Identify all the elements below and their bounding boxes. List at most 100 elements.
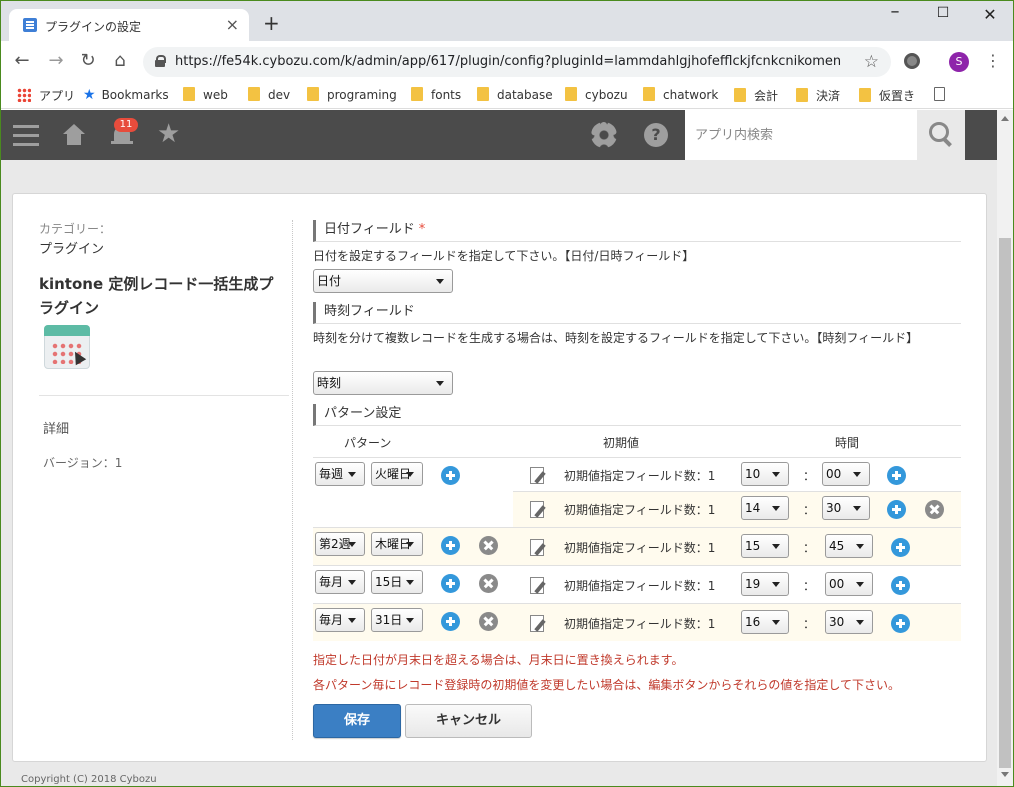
- tab-close-icon[interactable]: ×: [226, 15, 239, 34]
- close-window-icon[interactable]: ✕: [970, 5, 1010, 24]
- folder-icon: [734, 88, 746, 102]
- add-pattern-icon[interactable]: [441, 536, 460, 555]
- url-omnibox[interactable]: https://fe54k.cybozu.com/k/admin/app/617…: [143, 47, 891, 77]
- minute-select[interactable]: 30: [822, 496, 870, 520]
- folder-icon: [183, 87, 195, 101]
- remove-pattern-icon[interactable]: [479, 536, 498, 555]
- scrollbar-thumb[interactable]: [999, 238, 1011, 768]
- dropdown-caret-icon: [348, 618, 356, 623]
- pattern-type-select[interactable]: 毎週: [315, 462, 365, 486]
- add-time-icon[interactable]: [891, 538, 910, 557]
- app-search-input[interactable]: [685, 110, 917, 160]
- folder-icon: [248, 87, 260, 101]
- add-time-icon[interactable]: [891, 576, 910, 595]
- bookmark-folder-temp[interactable]: 仮置き: [859, 87, 915, 104]
- pattern-day-select[interactable]: 15日: [371, 570, 423, 594]
- settings-gear-icon[interactable]: [591, 122, 617, 148]
- kintone-header: 11 ★ ?: [1, 110, 997, 160]
- edit-icon[interactable]: [529, 466, 547, 484]
- pattern-type-select[interactable]: 毎月: [315, 570, 365, 594]
- hour-select[interactable]: 14: [741, 496, 789, 520]
- extension-icon[interactable]: [904, 53, 920, 69]
- help-icon[interactable]: ?: [644, 123, 668, 147]
- remove-pattern-icon[interactable]: [479, 574, 498, 593]
- add-pattern-icon[interactable]: [441, 612, 460, 631]
- edit-icon[interactable]: [529, 614, 547, 632]
- bookmark-page[interactable]: [934, 87, 945, 102]
- back-arrow-icon[interactable]: ←: [11, 51, 33, 71]
- dropdown-caret-icon: [772, 506, 780, 511]
- plugin-settings-panel: カテゴリー： プラグイン kintone 定例レコード一括生成プラグイン 詳細 …: [12, 193, 987, 762]
- home-icon[interactable]: ⌂: [109, 51, 131, 71]
- search-icon: [929, 122, 953, 148]
- bookmark-folder-chatwork[interactable]: chatwork: [643, 87, 718, 102]
- page-scrollbar[interactable]: [997, 110, 1013, 786]
- pattern-day-select[interactable]: 火曜日: [371, 462, 423, 486]
- bookmark-apps[interactable]: アプリ: [17, 87, 75, 104]
- hour-select[interactable]: 10: [741, 462, 789, 486]
- folder-icon: [477, 87, 489, 101]
- table-divider: [313, 603, 961, 604]
- edit-icon[interactable]: [529, 576, 547, 594]
- add-time-icon[interactable]: [887, 500, 906, 519]
- bookmark-folder-web[interactable]: web: [183, 87, 228, 102]
- bookmark-folder-dev[interactable]: dev: [248, 87, 290, 102]
- cancel-button[interactable]: キャンセル: [405, 704, 532, 738]
- date-field-description: 日付を設定するフィールドを指定して下さい。【日付/日時フィールド】: [313, 249, 695, 263]
- init-count-label: 初期値指定フィールド数：1: [564, 503, 716, 517]
- bookmark-folder-database[interactable]: database: [477, 87, 553, 102]
- hour-select[interactable]: 19: [741, 572, 789, 596]
- pattern-type-select[interactable]: 第2週: [315, 532, 365, 556]
- new-tab-icon[interactable]: +: [263, 13, 280, 33]
- hamburger-menu-icon[interactable]: [13, 123, 39, 147]
- hour-select[interactable]: 15: [741, 534, 789, 558]
- edit-icon[interactable]: [529, 500, 547, 518]
- maximize-icon[interactable]: ☐: [923, 5, 963, 21]
- url-text[interactable]: https://fe54k.cybozu.com/k/admin/app/617…: [175, 54, 841, 69]
- bookmark-star-icon[interactable]: ☆: [864, 52, 879, 72]
- forward-arrow-icon[interactable]: →: [45, 51, 67, 71]
- search-button[interactable]: [917, 110, 965, 160]
- lock-icon[interactable]: [155, 55, 166, 67]
- portal-home-icon[interactable]: [63, 124, 85, 146]
- profile-avatar[interactable]: S: [949, 52, 969, 72]
- add-pattern-icon[interactable]: [441, 466, 460, 485]
- favorites-star-icon[interactable]: ★: [157, 119, 180, 149]
- scroll-up-icon[interactable]: [1001, 116, 1009, 121]
- version-label: バージョン：1: [43, 456, 123, 470]
- bookmark-bookmarks[interactable]: ★ Bookmarks: [83, 87, 169, 103]
- browser-tab[interactable]: プラグインの設定 ×: [9, 9, 249, 41]
- reload-icon[interactable]: ↻: [77, 51, 99, 71]
- pattern-type-select[interactable]: 毎月: [315, 608, 365, 632]
- remove-pattern-icon[interactable]: [479, 612, 498, 631]
- minute-select[interactable]: 00: [822, 462, 870, 486]
- pattern-day-select[interactable]: 木曜日: [371, 532, 423, 556]
- time-field-select[interactable]: 時刻: [313, 371, 453, 395]
- minute-select[interactable]: 45: [825, 534, 873, 558]
- detail-link[interactable]: 詳細: [43, 418, 69, 437]
- pattern-day-select[interactable]: 31日: [371, 608, 423, 632]
- dropdown-caret-icon: [406, 472, 414, 477]
- bookmark-folder-fonts[interactable]: fonts: [411, 87, 461, 102]
- add-time-icon[interactable]: [887, 466, 906, 485]
- browser-menu-icon[interactable]: ⋮: [985, 51, 1001, 71]
- minute-select[interactable]: 30: [825, 610, 873, 634]
- notification-badge[interactable]: 11: [114, 118, 138, 132]
- save-button[interactable]: 保存: [313, 704, 401, 738]
- date-field-select[interactable]: 日付: [313, 269, 453, 293]
- bookmark-folder-payment[interactable]: 決済: [796, 87, 840, 104]
- minimize-icon[interactable]: –: [875, 1, 915, 22]
- add-time-icon[interactable]: [891, 614, 910, 633]
- bookmark-folder-programing[interactable]: programing: [307, 87, 397, 102]
- add-pattern-icon[interactable]: [441, 574, 460, 593]
- folder-icon: [411, 87, 423, 101]
- edit-icon[interactable]: [529, 538, 547, 556]
- scroll-down-icon[interactable]: [1001, 772, 1009, 777]
- remove-time-icon[interactable]: [925, 500, 944, 519]
- bookmark-folder-cybozu[interactable]: cybozu: [565, 87, 628, 102]
- dropdown-caret-icon: [772, 620, 780, 625]
- init-count-label: 初期値指定フィールド数：1: [564, 617, 716, 631]
- hour-select[interactable]: 16: [741, 610, 789, 634]
- minute-select[interactable]: 00: [825, 572, 873, 596]
- bookmark-folder-accounting[interactable]: 会計: [734, 87, 778, 104]
